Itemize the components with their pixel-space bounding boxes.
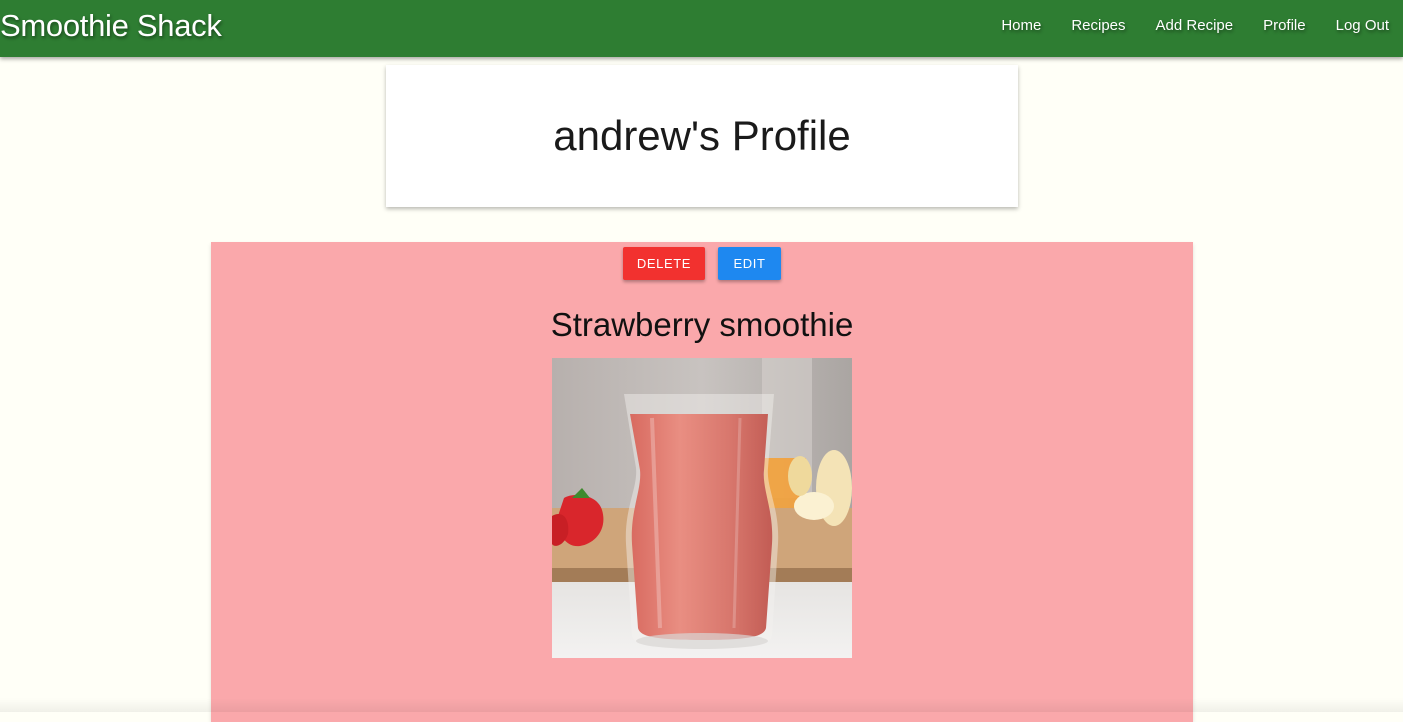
nav-link-profile[interactable]: Profile — [1263, 17, 1306, 34]
smoothie-photo — [552, 358, 852, 658]
navbar: Smoothie Shack Home Recipes Add Recipe P… — [0, 0, 1403, 57]
edit-button[interactable]: EDIT — [718, 247, 781, 280]
nav-link-home[interactable]: Home — [1001, 17, 1041, 34]
profile-header-card: andrew's Profile — [386, 65, 1018, 207]
page-title: andrew's Profile — [386, 112, 1018, 160]
nav-link-add-recipe[interactable]: Add Recipe — [1156, 17, 1234, 34]
nav-links: Home Recipes Add Recipe Profile Log Out — [1001, 17, 1389, 34]
nav-link-recipes[interactable]: Recipes — [1071, 17, 1125, 34]
recipe-image — [552, 358, 852, 658]
recipe-card: DELETE EDIT Strawberry smoothie — [211, 242, 1193, 722]
brand-logo[interactable]: Smoothie Shack — [0, 8, 222, 44]
delete-button[interactable]: DELETE — [623, 247, 705, 280]
nav-link-log-out[interactable]: Log Out — [1336, 17, 1389, 34]
recipe-title: Strawberry smoothie — [211, 306, 1193, 344]
